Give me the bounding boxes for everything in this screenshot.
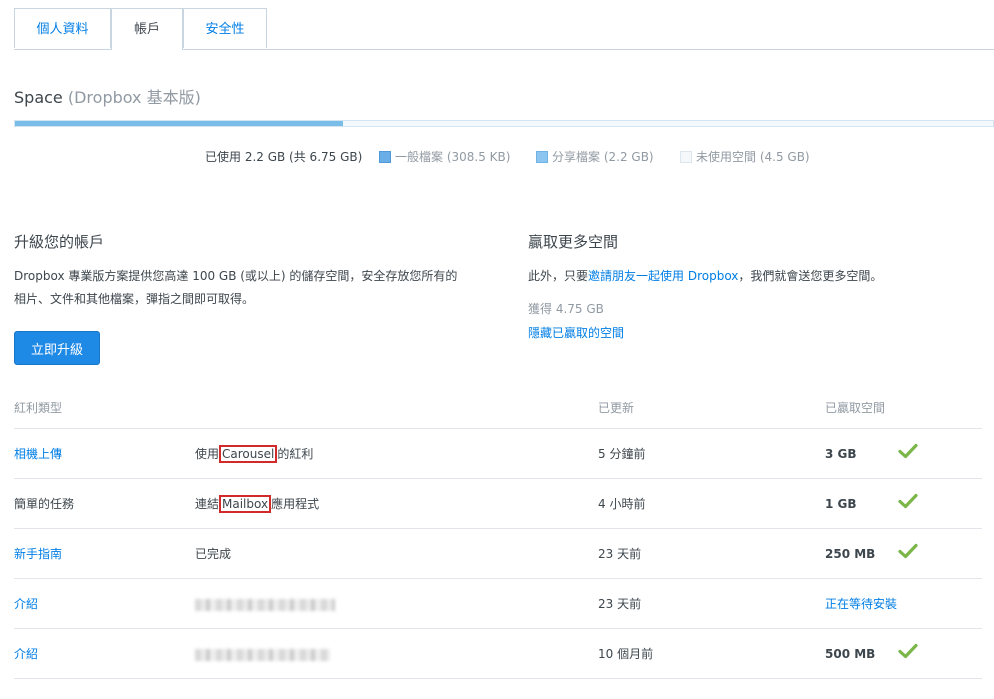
bonus-type-link[interactable]: 介紹 [14,579,38,629]
bonus-desc-prefix: 連結 [195,497,220,511]
tab-account[interactable]: 帳戶 [111,8,183,50]
bonus-space: 1 GB [825,497,857,511]
checkmark-icon [898,493,918,512]
upgrade-description-line2: 相片、文件和其他檔案，彈指之間即可取得。 [14,292,255,306]
bonus-desc-suffix: 應用程式 [271,497,320,511]
header-updated: 已更新 [598,401,635,415]
header-bonus-type: 紅利類型 [14,401,63,415]
legend-regular-files: 一般檔案 (308.5 KB) [379,148,510,165]
table-row: 相機上傳 使用 Carousel 的紅利 5 分鐘前 3 GB [14,429,982,479]
blurred-email [195,629,330,679]
checkmark-icon [898,543,918,562]
legend-regular-label: 一般檔案 (308.5 KB) [395,150,511,164]
space-used-label: 已使用 2.2 GB (共 6.75 GB) [205,150,363,164]
header-space-earned: 已贏取空間 [825,401,886,415]
bonus-updated: 4 小時前 [598,497,646,511]
bonus-description: 連結 Mailbox 應用程式 [195,479,319,529]
tab-security[interactable]: 安全性 [183,8,267,48]
legend-unused-space: 未使用空間 (4.5 GB) [680,148,810,165]
earn-text-suffix: ，我們就會送您更多空間。 [738,269,883,283]
upgrade-now-button[interactable]: 立即升級 [14,331,100,365]
tab-personal[interactable]: 個人資料 [14,8,111,48]
bonus-updated: 23 天前 [598,547,642,561]
bonus-table: 紅利類型 已更新 已贏取空間 相機上傳 使用 Carousel 的紅利 5 分鐘前 … [14,388,982,679]
legend-shared-label: 分享檔案 (2.2 GB) [552,150,654,164]
earn-space-description: 此外，只要邀請朋友一起使用 Dropbox，我們就會送您更多空間。 [528,265,882,288]
earn-space-title: 贏取更多空間 [528,233,619,251]
bonus-type-link[interactable]: 新手指南 [14,529,62,579]
bonus-space: 250 MB [825,547,876,561]
legend-swatch-regular [379,151,391,163]
hide-earned-space-link[interactable]: 隱藏已贏取的空間 [528,322,624,345]
bonus-updated: 10 個月前 [598,647,654,661]
bonus-type-link[interactable]: 介紹 [14,629,38,679]
bonus-desc-suffix: 的紅利 [277,447,314,461]
bonus-space: 3 GB [825,447,857,461]
pending-install-link[interactable]: 正在等待安裝 [825,579,897,629]
highlighted-app-name: Mailbox [219,495,272,513]
upgrade-title: 升級您的帳戶 [14,233,105,251]
space-usage-bar [14,120,994,127]
space-legend: 已使用 2.2 GB (共 6.75 GB) 一般檔案 (308.5 KB) 分… [0,148,994,168]
settings-tabs: 個人資料 帳戶 安全性 [14,8,994,50]
legend-swatch-shared [536,151,548,163]
earned-space: 獲得 4.75 GB [528,302,604,316]
legend-unused-label: 未使用空間 (4.5 GB) [696,150,810,164]
bonus-description: 已完成 [195,547,232,561]
bonus-updated: 23 天前 [598,597,642,611]
legend-swatch-unused [680,151,692,163]
upgrade-description-line1: Dropbox 專業版方案提供您高達 100 GB (或以上) 的儲存空間，安全… [14,269,458,283]
redacted-email-blur [195,598,335,611]
bonus-updated: 5 分鐘前 [598,447,646,461]
bonus-description: 使用 Carousel 的紅利 [195,429,313,479]
space-usage-fill [15,121,343,126]
blurred-email [195,579,335,629]
space-plan: (Dropbox 基本版) [67,88,201,107]
legend-shared-files: 分享檔案 (2.2 GB) [536,148,654,165]
earn-text-prefix: 此外，只要 [528,269,589,283]
highlighted-app-name: Carousel [219,445,278,463]
table-row: 介紹 10 個月前 500 MB [14,629,982,679]
bonus-desc-prefix: 使用 [195,447,220,461]
upgrade-description: Dropbox 專業版方案提供您高達 100 GB (或以上) 的儲存空間，安全… [14,265,457,311]
checkmark-icon [898,643,918,662]
checkmark-icon [898,443,918,462]
redacted-email-blur [195,648,330,661]
invite-friends-link[interactable]: 邀請朋友一起使用 Dropbox [588,269,738,283]
bonus-space: 500 MB [825,647,876,661]
bonus-table-header: 紅利類型 已更新 已贏取空間 [14,388,982,429]
table-row: 介紹 23 天前 正在等待安裝 [14,579,982,629]
space-title-text: Space [14,88,63,107]
table-row: 簡單的任務 連結 Mailbox 應用程式 4 小時前 1 GB [14,479,982,529]
table-row: 新手指南 已完成 23 天前 250 MB [14,529,982,579]
bonus-type: 簡單的任務 [14,497,75,511]
space-title: Space (Dropbox 基本版) [14,84,201,108]
bonus-type-link[interactable]: 相機上傳 [14,429,62,479]
